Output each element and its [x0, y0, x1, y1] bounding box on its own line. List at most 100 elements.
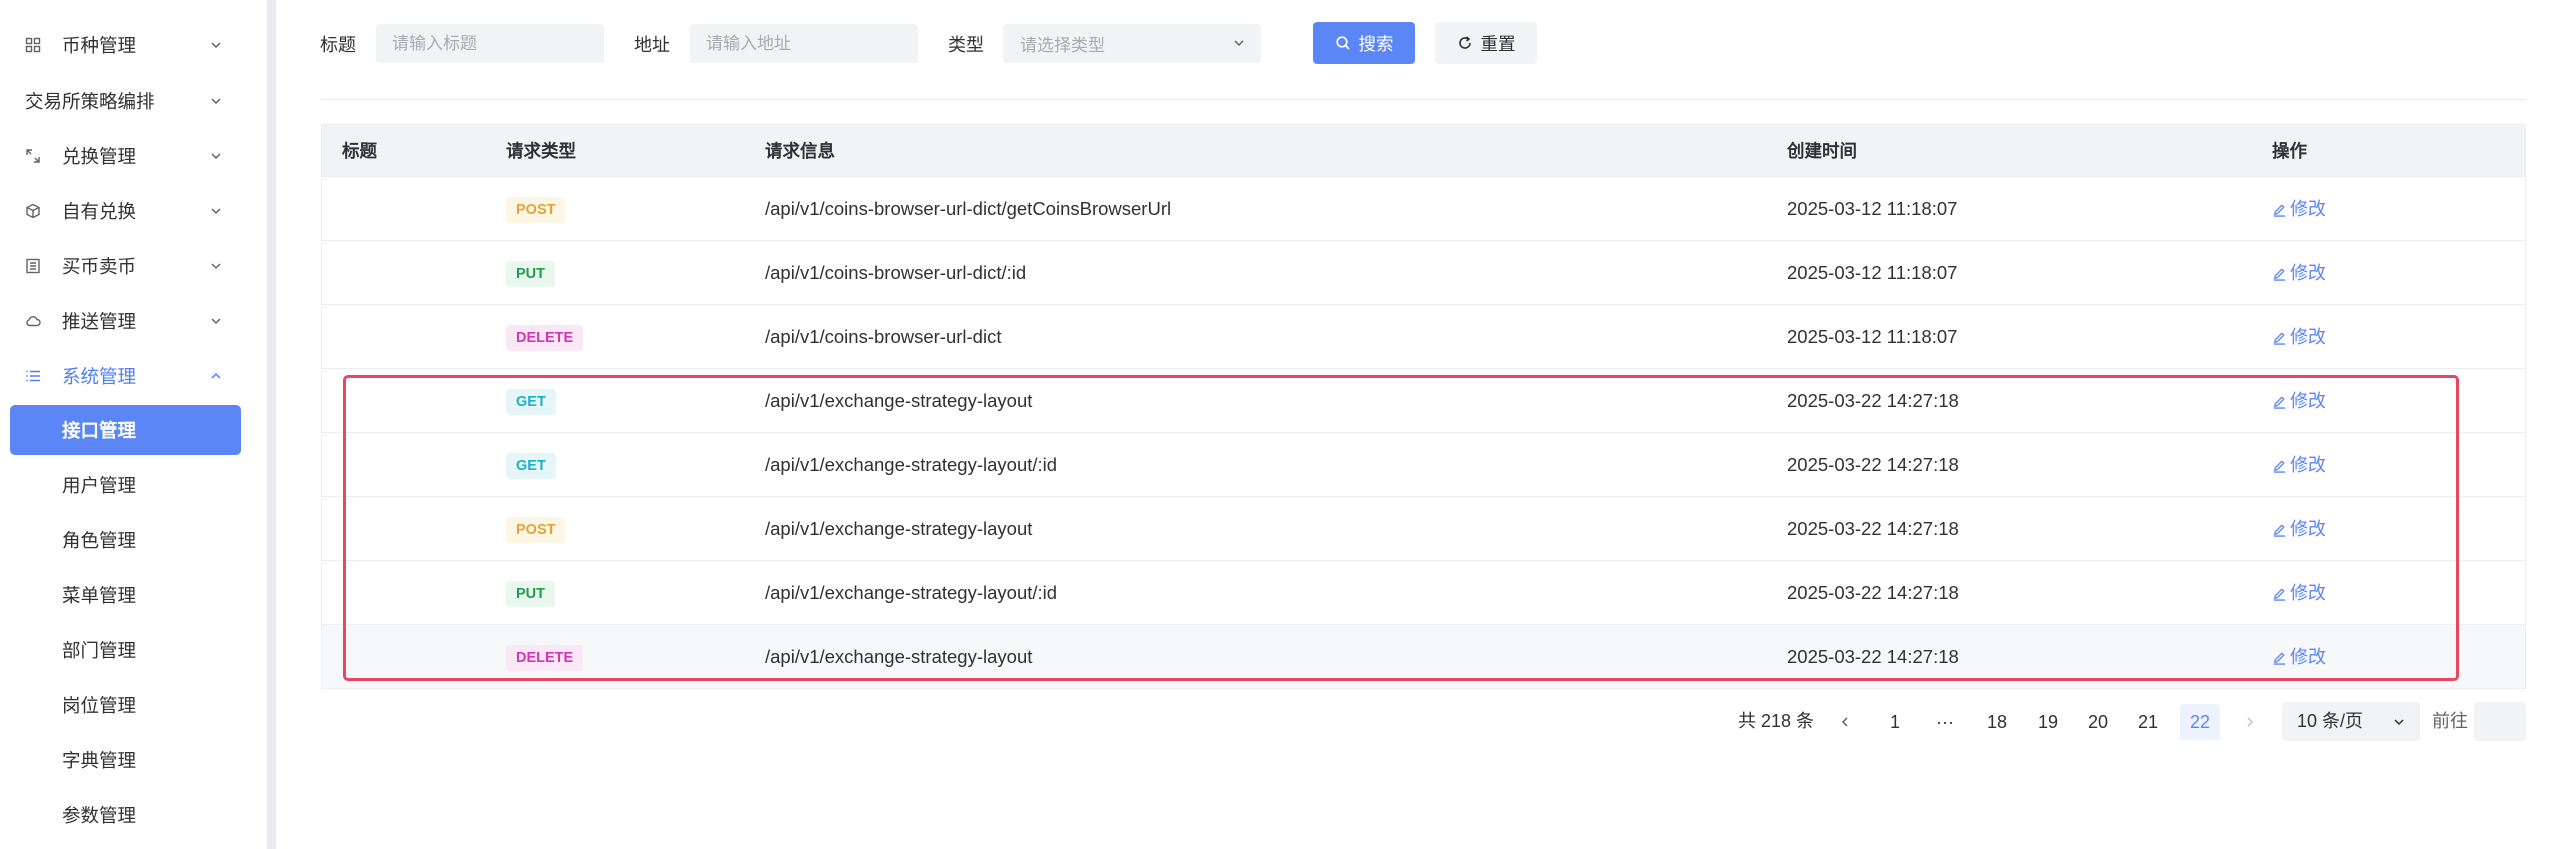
edit-link[interactable]: 修改: [2272, 369, 2326, 433]
sidebar-sub-item-posts[interactable]: 岗位管理: [10, 680, 241, 730]
table-row[interactable]: GET /api/v1/exchange-strategy-layout/:id…: [322, 433, 2525, 497]
sidebar-item-label: 推送管理: [62, 311, 137, 332]
cell-path: /api/v1/coins-browser-url-dict: [765, 326, 1002, 347]
sidebar-item-label: 角色管理: [62, 530, 137, 551]
column-header-method[interactable]: 请求类型: [506, 125, 576, 177]
goto-page-input[interactable]: [2474, 702, 2526, 741]
table-row[interactable]: DELETE /api/v1/coins-browser-url-dict 20…: [322, 305, 2525, 369]
edit-link[interactable]: 修改: [2272, 625, 2326, 689]
page-ellipsis[interactable]: ···: [1925, 704, 1965, 740]
column-header-actions[interactable]: 操作: [2272, 125, 2307, 177]
sidebar-item-label: 岗位管理: [62, 695, 137, 716]
edit-link[interactable]: 修改: [2272, 305, 2326, 369]
sidebar-divider[interactable]: [267, 0, 276, 849]
list-icon: [24, 367, 42, 385]
cell-created: 2025-03-22 14:27:18: [1787, 518, 1959, 539]
edit-icon: [2273, 523, 2286, 537]
edit-icon: [2273, 203, 2286, 217]
sidebar-item-push[interactable]: 推送管理: [0, 296, 267, 346]
edit-link[interactable]: 修改: [2272, 497, 2326, 561]
sidebar-item-exchange-strategy[interactable]: 交易所策略编排: [0, 76, 267, 126]
sidebar: 币种管理 交易所策略编排 兑换管理 自有兑换 买币卖币 推送管理 系统管理 接口…: [0, 0, 267, 849]
cell-created: 2025-03-22 14:27:18: [1787, 646, 1959, 667]
pagination-total: 共 218 条: [1738, 711, 1815, 731]
table-row[interactable]: POST /api/v1/exchange-strategy-layout 20…: [322, 497, 2525, 561]
sidebar-item-label: 用户管理: [62, 475, 137, 496]
sidebar-item-buy-sell[interactable]: 买币卖币: [0, 241, 267, 291]
sidebar-item-label: 自有兑换: [62, 201, 137, 222]
edit-icon: [2273, 459, 2286, 473]
column-header-title[interactable]: 标题: [342, 125, 377, 177]
sidebar-sub-item-users[interactable]: 用户管理: [10, 460, 241, 510]
sidebar-item-own-exchange[interactable]: 自有兑换: [0, 186, 267, 236]
table-header: 标题 请求类型 请求信息 创建时间 操作: [322, 125, 2525, 177]
table-row[interactable]: POST /api/v1/coins-browser-url-dict/getC…: [322, 177, 2525, 241]
cell-path: /api/v1/exchange-strategy-layout: [765, 646, 1033, 667]
method-tag: DELETE: [506, 645, 584, 671]
cell-path: /api/v1/exchange-strategy-layout/:id: [765, 582, 1058, 603]
page-size-value: 10 条/页: [2297, 711, 2364, 731]
table-row[interactable]: GET /api/v1/exchange-strategy-layout 202…: [322, 369, 2525, 433]
table-row[interactable]: DELETE /api/v1/exchange-strategy-layout …: [322, 625, 2525, 689]
divider: [321, 99, 2526, 100]
search-button[interactable]: 搜索: [1313, 22, 1415, 64]
reset-button-label: 重置: [1480, 33, 1516, 54]
sidebar-sub-item-api[interactable]: 接口管理: [10, 405, 241, 455]
column-header-created[interactable]: 创建时间: [1787, 125, 1857, 177]
sidebar-sub-item-roles[interactable]: 角色管理: [10, 515, 241, 565]
page-button-current[interactable]: 22: [2180, 704, 2220, 740]
chevron-right-icon: [2247, 717, 2254, 727]
sidebar-sub-item-menus[interactable]: 菜单管理: [10, 570, 241, 620]
edit-link[interactable]: 修改: [2272, 177, 2326, 241]
sidebar-sub-item-params[interactable]: 参数管理: [10, 790, 241, 840]
page-button[interactable]: 20: [2078, 704, 2118, 740]
table-row[interactable]: PUT /api/v1/coins-browser-url-dict/:id 2…: [322, 241, 2525, 305]
method-tag: GET: [506, 389, 556, 415]
sidebar-item-coins[interactable]: 币种管理: [0, 20, 267, 70]
page-button[interactable]: 19: [2028, 704, 2068, 740]
reset-button[interactable]: 重置: [1435, 22, 1537, 64]
page-button[interactable]: 21: [2128, 704, 2168, 740]
path-label: 地址: [634, 35, 670, 55]
sidebar-sub-item-dicts[interactable]: 字典管理: [10, 735, 241, 785]
prev-page-button[interactable]: [1825, 704, 1865, 740]
page-button[interactable]: 1: [1875, 704, 1915, 740]
page-size-select[interactable]: 10 条/页: [2282, 702, 2420, 741]
chevron-up-icon: [211, 372, 221, 379]
chevron-down-icon: [2394, 719, 2404, 726]
edit-link[interactable]: 修改: [2272, 433, 2326, 497]
expand-arrows-icon: [24, 147, 42, 165]
page-button[interactable]: 18: [1977, 704, 2017, 740]
title-input[interactable]: [376, 24, 604, 63]
list-box-icon: [24, 257, 42, 275]
search-icon: [1335, 36, 1350, 50]
sidebar-item-label: 兑换管理: [62, 146, 137, 167]
edit-link[interactable]: 修改: [2272, 241, 2326, 305]
goto-label: 前往: [2432, 711, 2468, 731]
chevron-down-icon: [1234, 40, 1244, 47]
edit-label: 修改: [2290, 519, 2326, 539]
sidebar-sub-item-depts[interactable]: 部门管理: [10, 625, 241, 675]
type-select[interactable]: 请选择类型: [1003, 24, 1261, 63]
sidebar-item-label: 字典管理: [62, 750, 137, 771]
sidebar-item-exchange[interactable]: 兑换管理: [0, 131, 267, 181]
table-row[interactable]: PUT /api/v1/exchange-strategy-layout/:id…: [322, 561, 2525, 625]
edit-icon: [2273, 331, 2286, 345]
edit-icon: [2273, 651, 2286, 665]
cell-created: 2025-03-12 11:18:07: [1787, 262, 1958, 283]
column-header-path[interactable]: 请求信息: [765, 125, 835, 177]
chevron-down-icon: [211, 263, 221, 270]
next-page-button[interactable]: [2230, 704, 2270, 740]
sidebar-item-system[interactable]: 系统管理: [0, 351, 267, 401]
path-input[interactable]: [690, 24, 918, 63]
method-tag: DELETE: [506, 325, 584, 351]
method-tag: GET: [506, 453, 556, 479]
edit-label: 修改: [2290, 391, 2326, 411]
cell-path: /api/v1/exchange-strategy-layout: [765, 390, 1033, 411]
method-tag: PUT: [506, 261, 555, 287]
edit-icon: [2273, 395, 2286, 409]
edit-link[interactable]: 修改: [2272, 561, 2326, 625]
edit-label: 修改: [2290, 263, 2326, 283]
sidebar-item-label: 交易所策略编排: [25, 91, 155, 112]
title-label: 标题: [320, 35, 356, 55]
